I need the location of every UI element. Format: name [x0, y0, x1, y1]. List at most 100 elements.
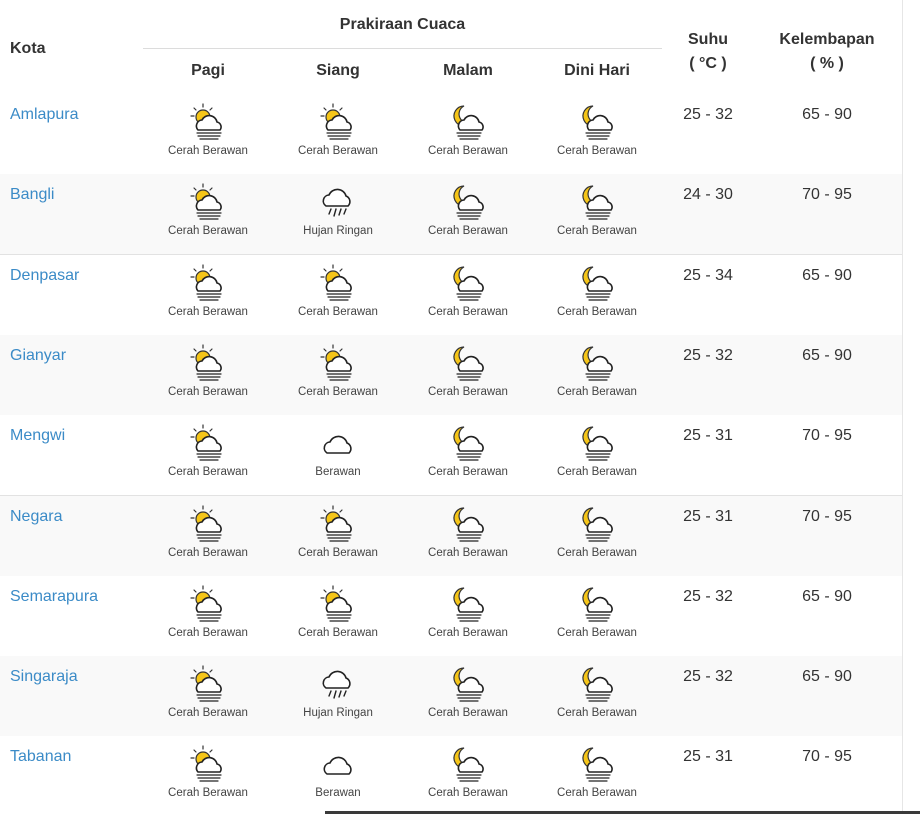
forecast-label: Cerah Berawan [168, 626, 248, 639]
moon-cloud-icon [532, 664, 662, 704]
temperature-value: 25 - 34 [683, 266, 733, 284]
table-row: Amlapura Cerah Berawan Cerah Berawan Cerah … [0, 94, 902, 175]
header-forecast-group: Prakiraan Cuaca [339, 16, 466, 33]
city-link[interactable]: Mengwi [10, 427, 65, 445]
forecast-cell: Cerah Berawan [273, 504, 403, 559]
sun-cloud-icon [143, 182, 273, 222]
forecast-label: Cerah Berawan [557, 546, 637, 559]
forecast-cell: Cerah Berawan [143, 102, 273, 157]
humidity-value: 70 - 95 [802, 427, 852, 445]
forecast-cell: Berawan [273, 744, 403, 799]
table-row: Bangli Cerah Berawan Hujan Ringan Cerah Ber… [0, 174, 902, 256]
temperature-value: 25 - 32 [683, 668, 733, 686]
city-link[interactable]: Denpasar [10, 267, 79, 285]
sun-cloud-icon [273, 343, 403, 383]
header-period-malam: Malam [443, 62, 493, 79]
forecast-cell: Cerah Berawan [273, 343, 403, 398]
humidity-value: 65 - 90 [802, 106, 852, 123]
temperature-value: 25 - 32 [683, 587, 733, 605]
sun-cloud-icon [273, 504, 403, 544]
temperature-value: 24 - 30 [683, 186, 733, 204]
city-link[interactable]: Singaraja [10, 668, 78, 686]
header-temperature-unit: ( °C ) [689, 55, 727, 72]
forecast-label: Cerah Berawan [298, 305, 378, 318]
forecast-cell: Cerah Berawan [143, 584, 273, 639]
city-link[interactable]: Negara [10, 508, 62, 526]
forecast-label: Cerah Berawan [557, 145, 637, 157]
forecast-cell: Cerah Berawan [143, 423, 273, 478]
forecast-label: Cerah Berawan [557, 225, 637, 238]
forecast-label: Cerah Berawan [168, 546, 248, 559]
city-link[interactable]: Tabanan [10, 748, 71, 766]
forecast-cell: Cerah Berawan [403, 102, 533, 157]
city-link[interactable]: Gianyar [10, 347, 66, 365]
moon-cloud-icon [532, 182, 662, 222]
forecast-cell: Cerah Berawan [532, 664, 662, 719]
moon-cloud-icon [403, 102, 533, 142]
moon-cloud-icon [532, 584, 662, 624]
moon-cloud-icon [403, 664, 533, 704]
header-divider [143, 48, 662, 49]
forecast-label: Cerah Berawan [168, 305, 248, 318]
sun-cloud-icon [273, 263, 403, 303]
forecast-label: Cerah Berawan [557, 787, 637, 800]
moon-cloud-icon [403, 504, 533, 544]
forecast-cell: Cerah Berawan [143, 343, 273, 398]
city-link[interactable]: Amlapura [10, 106, 78, 124]
forecast-label: Hujan Ringan [303, 225, 373, 238]
sun-cloud-icon [143, 423, 273, 463]
sun-cloud-icon [143, 584, 273, 624]
forecast-label: Cerah Berawan [298, 385, 378, 398]
city-link[interactable]: Semarapura [10, 588, 98, 606]
table-row: Negara Cerah Berawan Cerah Berawan Cerah Be… [0, 495, 902, 577]
moon-cloud-icon [403, 263, 533, 303]
forecast-label: Cerah Berawan [168, 225, 248, 238]
humidity-value: 65 - 90 [802, 266, 852, 284]
moon-cloud-icon [403, 744, 533, 784]
forecast-label: Cerah Berawan [557, 626, 637, 639]
forecast-cell: Cerah Berawan [273, 102, 403, 157]
forecast-label: Cerah Berawan [298, 626, 378, 639]
forecast-table: Kota Prakiraan Cuaca Pagi Siang Malam Di… [0, 0, 902, 814]
forecast-label: Cerah Berawan [557, 385, 637, 398]
sun-cloud-icon [143, 664, 273, 704]
forecast-cell: Hujan Ringan [273, 182, 403, 237]
header-humidity: Kelembapan ( % ) [765, 28, 889, 76]
forecast-cell: Cerah Berawan [273, 263, 403, 318]
sun-cloud-icon [273, 102, 403, 142]
forecast-label: Cerah Berawan [168, 145, 248, 157]
forecast-cell: Cerah Berawan [403, 744, 533, 799]
moon-cloud-icon [532, 263, 662, 303]
rain-cloud-icon [273, 664, 403, 704]
sun-cloud-icon [273, 584, 403, 624]
moon-cloud-icon [532, 744, 662, 784]
moon-cloud-icon [403, 423, 533, 463]
moon-cloud-icon [403, 343, 533, 383]
header-temperature-label: Suhu [688, 31, 728, 48]
forecast-label: Hujan Ringan [303, 707, 373, 720]
forecast-cell: Cerah Berawan [143, 504, 273, 559]
header-period-siang: Siang [316, 62, 360, 79]
forecast-cell: Cerah Berawan [403, 343, 533, 398]
forecast-cell: Cerah Berawan [532, 584, 662, 639]
forecast-label: Cerah Berawan [168, 787, 248, 800]
table-row: Denpasar Cerah Berawan Cerah Berawan Cerah … [0, 254, 902, 336]
humidity-value: 65 - 90 [802, 346, 852, 364]
city-link[interactable]: Bangli [10, 186, 54, 204]
forecast-label: Cerah Berawan [428, 707, 508, 720]
humidity-value: 65 - 90 [802, 587, 852, 605]
forecast-label: Cerah Berawan [298, 546, 378, 559]
forecast-label: Cerah Berawan [298, 145, 378, 157]
forecast-label: Cerah Berawan [428, 385, 508, 398]
forecast-cell: Cerah Berawan [403, 664, 533, 719]
forecast-label: Cerah Berawan [428, 626, 508, 639]
table-row: Semarapura Cerah Berawan Cerah Berawan Cera… [0, 575, 902, 657]
sun-cloud-icon [143, 744, 273, 784]
table-row: Mengwi Cerah Berawan Berawan Cerah Berawan C… [0, 415, 902, 497]
forecast-label: Berawan [315, 466, 361, 479]
moon-cloud-icon [532, 102, 662, 142]
moon-cloud-icon [403, 584, 533, 624]
sun-cloud-icon [143, 343, 273, 383]
header-city: Kota [10, 40, 46, 57]
header-humidity-unit: ( % ) [810, 55, 844, 72]
